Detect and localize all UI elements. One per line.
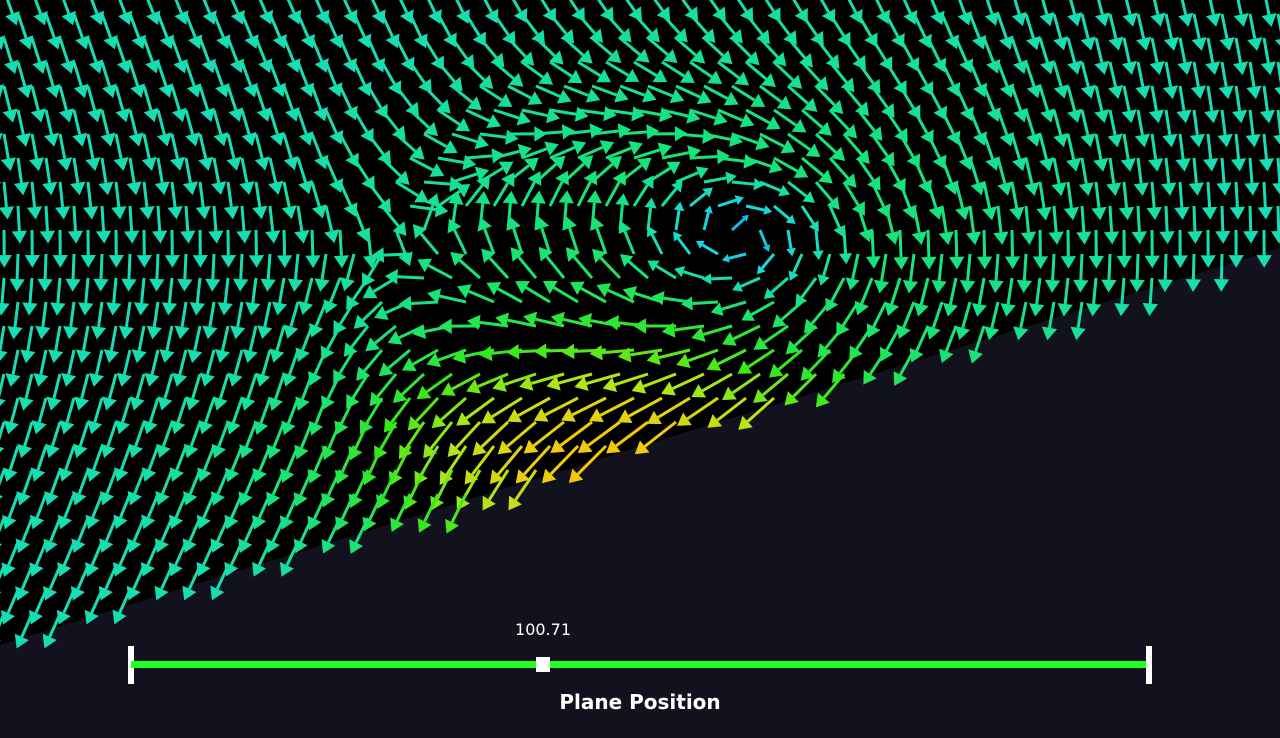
glyph-shaft xyxy=(183,253,188,280)
glyph-shaft xyxy=(842,229,848,254)
glyph-shaft xyxy=(465,154,493,160)
glyph-shaft xyxy=(1107,253,1112,280)
slider-value-label: 100.71 xyxy=(515,620,571,639)
glyph-shaft xyxy=(411,300,439,306)
glyph-shaft xyxy=(15,253,20,280)
glyph-shaft xyxy=(212,205,218,232)
glyph-shaft xyxy=(1164,205,1169,232)
glyph-shaft xyxy=(43,253,48,280)
glyph-shaft xyxy=(1192,205,1197,232)
glyph-shaft xyxy=(814,229,820,251)
vector-field-scene[interactable] xyxy=(0,0,1280,738)
glyph-shaft xyxy=(239,253,244,280)
glyph-shaft xyxy=(692,300,719,305)
glyph-shaft xyxy=(56,277,62,304)
glyph-shaft xyxy=(1178,181,1184,208)
slider-track[interactable] xyxy=(131,661,1149,668)
render-viewport[interactable]: 100.71 Plane Position xyxy=(0,0,1280,738)
glyph-shaft xyxy=(1220,205,1225,232)
glyph-shaft xyxy=(240,205,246,232)
slider-right-cap[interactable] xyxy=(1146,646,1152,684)
glyph-shaft xyxy=(1219,253,1224,280)
glyph-shaft xyxy=(1079,253,1084,281)
glyph-shaft xyxy=(28,277,34,304)
glyph-shaft xyxy=(1220,157,1226,184)
glyph-shaft xyxy=(954,229,959,257)
glyph-shaft xyxy=(711,276,733,281)
glyph-shaft xyxy=(128,205,134,232)
glyph-shaft xyxy=(338,229,343,256)
glyph-shaft xyxy=(1080,205,1086,233)
glyph-shaft xyxy=(155,253,160,280)
glyph-shaft xyxy=(1051,253,1056,281)
glyph-shaft xyxy=(689,155,718,160)
glyph-shaft xyxy=(1248,205,1253,232)
glyph-shaft xyxy=(127,253,132,280)
glyph-shaft xyxy=(72,205,77,232)
glyph-shaft xyxy=(282,229,287,256)
glyph-shaft xyxy=(211,253,216,280)
glyph-shaft xyxy=(1108,205,1114,232)
glyph-shaft xyxy=(619,130,647,136)
glyph-shaft xyxy=(184,205,190,232)
glyph-shaft xyxy=(994,253,1000,281)
glyph-shaft xyxy=(397,275,425,280)
glyph-shaft xyxy=(99,253,104,280)
glyph-shaft xyxy=(1148,277,1154,304)
glyph-shaft xyxy=(1234,181,1239,208)
glyph-shaft xyxy=(1248,157,1254,184)
glyph-shaft xyxy=(156,205,162,232)
glyph-shaft xyxy=(1206,181,1212,208)
glyph-shaft xyxy=(16,205,21,232)
glyph-shaft xyxy=(1163,253,1168,280)
glyph-shaft xyxy=(1135,253,1140,280)
glyph-shaft xyxy=(1262,181,1267,208)
glyph-shaft xyxy=(71,253,76,280)
glyph-shaft xyxy=(870,229,875,257)
glyph-shaft xyxy=(1136,205,1141,232)
glyph-shaft xyxy=(1191,253,1196,280)
glyph-shaft xyxy=(926,229,931,258)
glyph-shaft xyxy=(44,205,49,232)
glyph-shaft xyxy=(1052,205,1058,233)
glyph-shaft xyxy=(898,229,903,258)
glyph-shaft xyxy=(1276,205,1280,232)
glyph-shaft xyxy=(1022,253,1028,281)
glyph-shaft xyxy=(982,229,987,257)
slider-handle[interactable] xyxy=(536,657,550,672)
glyph-shaft xyxy=(383,252,411,257)
glyph-shaft xyxy=(266,253,272,280)
slider-title: Plane Position xyxy=(559,690,721,714)
glyph-shaft xyxy=(1120,277,1126,304)
glyph-shaft xyxy=(100,205,106,232)
glyph-shaft xyxy=(310,229,315,256)
glyph-shaft xyxy=(0,277,6,304)
